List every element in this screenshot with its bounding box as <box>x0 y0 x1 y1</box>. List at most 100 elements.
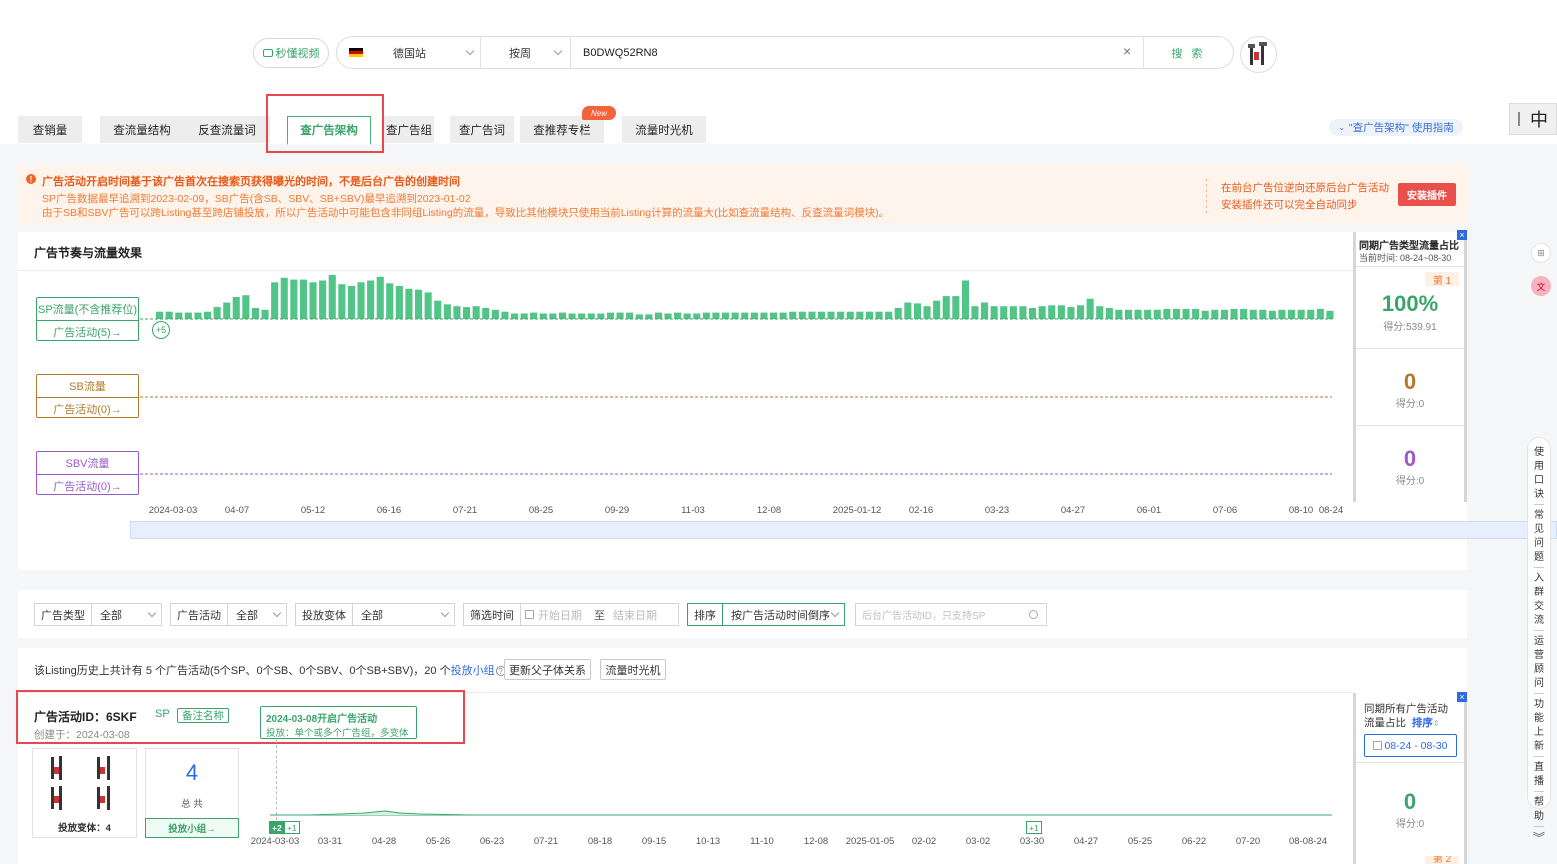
sp-traffic-bar[interactable] <box>606 312 614 319</box>
time-machine-button[interactable]: 流量时光机 <box>600 659 666 680</box>
rail-item[interactable]: 直播 <box>1528 761 1550 789</box>
end-date-input[interactable]: 结束日期 <box>613 607 657 623</box>
sp-traffic-bar[interactable] <box>1134 309 1142 319</box>
sort-icon[interactable]: ⇕ <box>1433 719 1440 728</box>
sp-traffic-bar[interactable] <box>952 296 960 319</box>
sp-traffic-bar[interactable] <box>415 289 423 319</box>
sp-traffic-bar[interactable] <box>443 304 451 319</box>
tab-reverse-keywords[interactable]: 反查流量词 <box>184 116 270 143</box>
sp-traffic-bar[interactable] <box>1240 308 1248 319</box>
sp-traffic-bar[interactable] <box>981 302 989 320</box>
sp-traffic-bar[interactable] <box>367 280 375 320</box>
sp-traffic-bar[interactable] <box>626 312 634 319</box>
rail-item[interactable]: 功能上新 <box>1528 698 1550 754</box>
sp-traffic-bar[interactable] <box>309 282 317 319</box>
sp-traffic-bar[interactable] <box>894 308 902 319</box>
sp-traffic-bar[interactable] <box>1220 309 1228 319</box>
campaign-marker[interactable]: +2 <box>269 821 285 834</box>
ad-group-button[interactable]: 投放小组→ <box>145 818 239 838</box>
sp-traffic-bar[interactable] <box>1096 306 1104 319</box>
sp-traffic-bar[interactable] <box>712 312 720 319</box>
rail-item[interactable]: 使用口诀 <box>1528 446 1550 502</box>
sp-traffic-bar[interactable] <box>434 300 442 319</box>
sp-traffic-bar[interactable] <box>463 307 471 319</box>
sp-traffic-bar[interactable] <box>1086 298 1094 319</box>
sp-traffic-bar[interactable] <box>1172 308 1180 319</box>
sp-traffic-bar[interactable] <box>472 306 480 319</box>
sp-traffic-bar[interactable] <box>511 313 519 320</box>
sp-traffic-bar[interactable] <box>1077 305 1085 320</box>
rail-item[interactable]: 入群交流 <box>1528 572 1550 628</box>
install-plugin-button[interactable]: 安装插件 <box>1398 183 1456 206</box>
sp-traffic-bar[interactable] <box>1038 306 1046 319</box>
sp-traffic-bar[interactable] <box>1019 306 1027 319</box>
ad-type-select[interactable]: 广告类型 全部 <box>34 603 162 626</box>
ad-group-link[interactable]: 投放小组 <box>451 665 495 677</box>
sp-traffic-bar[interactable] <box>818 311 826 319</box>
sp-traffic-bar[interactable] <box>319 280 327 320</box>
lane-sbv-campaigns-link[interactable]: 广告活动(0)→ <box>37 474 138 496</box>
asin-search-input[interactable]: B0DWQ52RN8 <box>571 37 1143 68</box>
sp-traffic-bar[interactable] <box>1029 308 1037 319</box>
sp-traffic-bar[interactable] <box>875 311 883 319</box>
sp-traffic-bar[interactable] <box>971 306 979 319</box>
sp-traffic-bar[interactable] <box>885 311 893 319</box>
usage-guide-link[interactable]: ⌄ "查广告架构" 使用指南 <box>1329 119 1463 136</box>
sp-traffic-bar[interactable] <box>1326 310 1334 320</box>
sp-traffic-bar[interactable] <box>722 312 730 319</box>
sp-traffic-bar[interactable] <box>1153 309 1161 319</box>
rail-item[interactable]: 运营顾问 <box>1528 635 1550 691</box>
sp-traffic-bar[interactable] <box>549 313 557 320</box>
sp-traffic-bar[interactable] <box>491 309 499 319</box>
sp-traffic-bar[interactable] <box>328 275 336 319</box>
sort-select[interactable]: 排序 按广告活动时间倒序 <box>687 603 845 626</box>
campaign-start-marker[interactable]: +5 <box>152 321 170 339</box>
site-select[interactable]: 德国站 <box>337 37 481 68</box>
product-thumbnail[interactable] <box>1240 36 1277 73</box>
lane-sb-campaigns-link[interactable]: 广告活动(0)→ <box>37 397 138 419</box>
tab-recommend-column[interactable]: 查推荐专栏 <box>520 116 604 143</box>
sp-traffic-bar[interactable] <box>530 312 538 319</box>
sp-traffic-bar[interactable] <box>1249 309 1257 319</box>
sp-traffic-bar[interactable] <box>338 284 346 319</box>
sp-traffic-bar[interactable] <box>1163 308 1171 319</box>
start-date-input[interactable]: 开始日期 <box>538 607 582 623</box>
sp-traffic-bar[interactable] <box>395 286 403 319</box>
sp-traffic-bar[interactable] <box>961 280 969 320</box>
sp-traffic-bar[interactable] <box>913 303 921 319</box>
sp-traffic-bar[interactable] <box>779 312 787 319</box>
query-mode-select[interactable]: 按周 <box>481 37 571 68</box>
tab-traffic-structure[interactable]: 查流量结构 <box>100 116 184 143</box>
tab-ad-keywords[interactable]: 查广告词 <box>450 116 514 143</box>
search-button[interactable]: 搜 索 <box>1143 37 1233 68</box>
sp-traffic-bar[interactable] <box>1115 309 1123 319</box>
clear-icon[interactable]: × <box>1123 43 1131 59</box>
sp-traffic-bar[interactable] <box>386 283 394 320</box>
sp-traffic-bar[interactable] <box>194 312 202 319</box>
sp-traffic-bar[interactable] <box>1201 310 1209 320</box>
sp-traffic-bar[interactable] <box>156 311 164 319</box>
explain-video-button[interactable]: 秒懂视频 <box>253 38 329 68</box>
sp-traffic-bar[interactable] <box>453 306 461 319</box>
date-range-filter[interactable]: 筛选时间 开始日期 至 结束日期 <box>463 603 679 626</box>
sp-traffic-bar[interactable] <box>837 311 845 319</box>
sp-traffic-bar[interactable] <box>1211 309 1219 319</box>
chart-scrollbar[interactable] <box>130 521 1557 539</box>
sp-traffic-bar[interactable] <box>616 312 624 319</box>
sp-traffic-bar[interactable] <box>501 311 509 319</box>
tab-ad-group[interactable]: 查广告组 <box>384 116 434 143</box>
close-icon[interactable]: × <box>1457 692 1467 702</box>
sp-traffic-bar[interactable] <box>232 297 240 319</box>
campaign-marker[interactable]: +1 <box>284 821 300 834</box>
sp-traffic-bar[interactable] <box>731 312 739 319</box>
sp-traffic-bar[interactable] <box>674 312 682 319</box>
sp-traffic-bar[interactable] <box>1288 309 1296 319</box>
sp-traffic-bar[interactable] <box>539 313 547 320</box>
sp-traffic-bar[interactable] <box>175 312 183 319</box>
lane-sbv[interactable]: SBV流量 广告活动(0)→ <box>36 451 139 495</box>
sp-traffic-bar[interactable] <box>165 311 173 319</box>
sp-traffic-bar[interactable] <box>213 307 221 319</box>
sp-traffic-bar[interactable] <box>520 313 528 320</box>
lane-sp[interactable]: SP流量(不含推荐位) 广告活动(5)→ <box>36 297 139 341</box>
collapse-icon[interactable]: ︾ <box>1528 831 1550 845</box>
